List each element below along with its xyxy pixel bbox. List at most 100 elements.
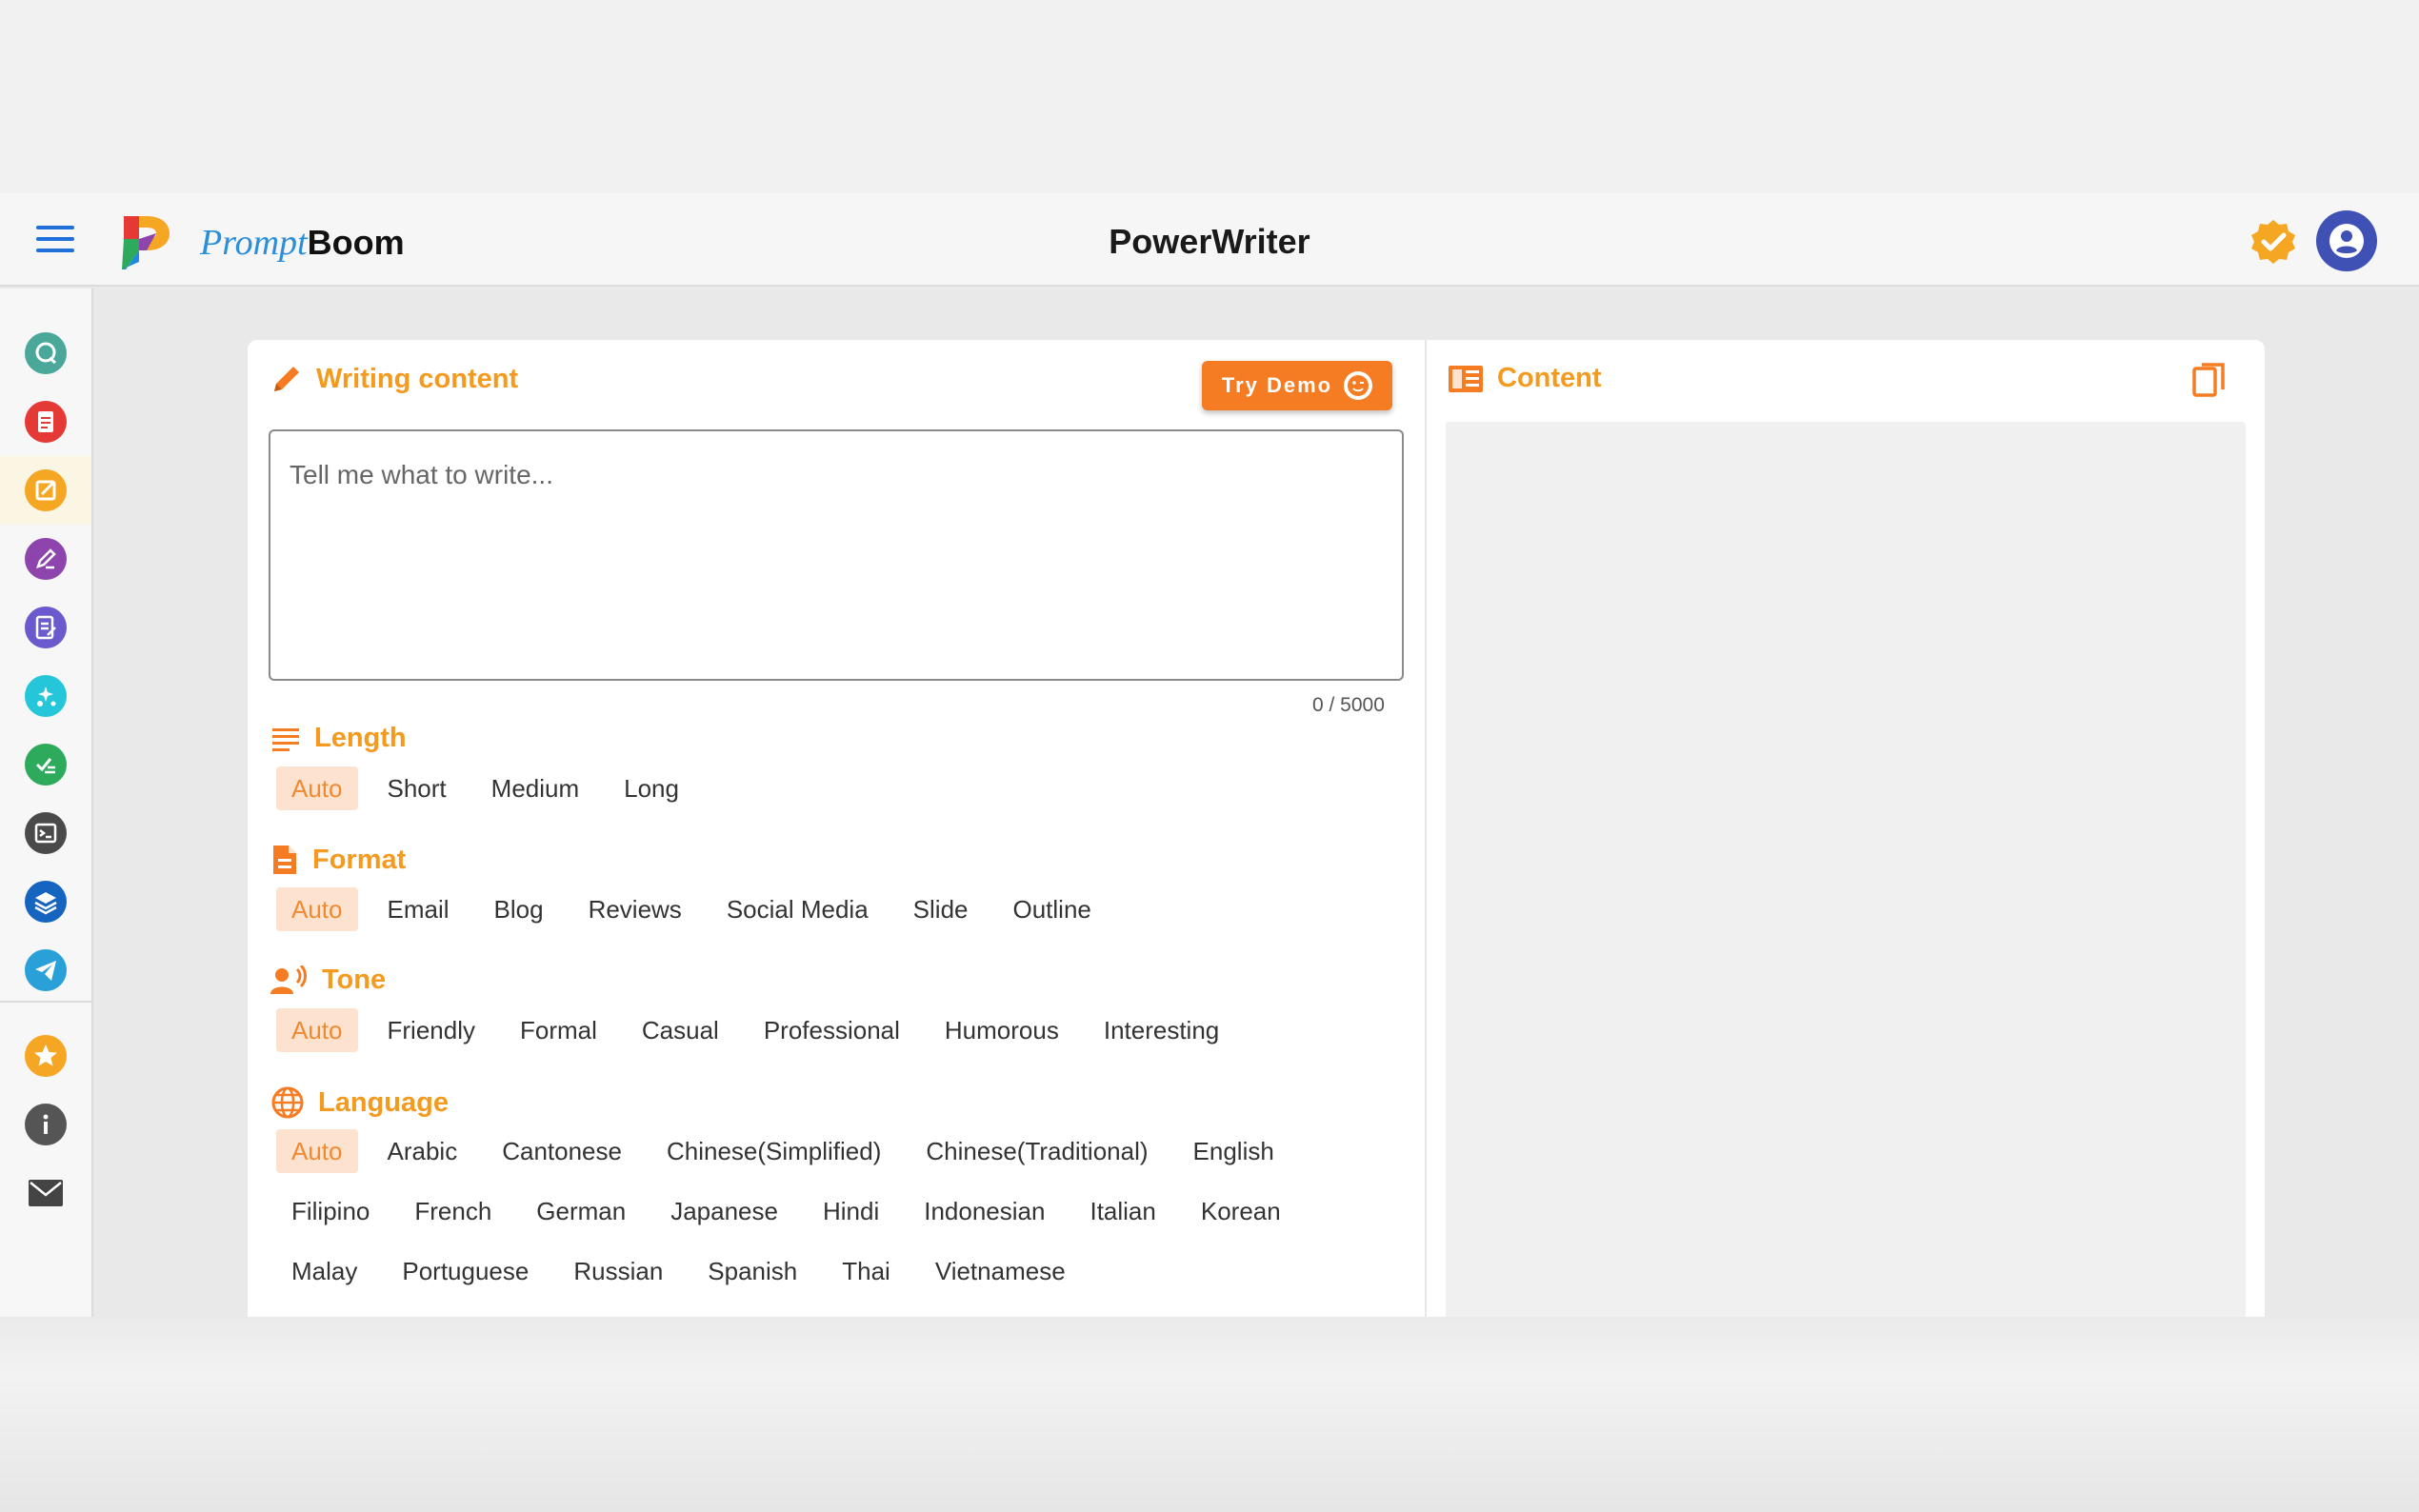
- tone-option-formal[interactable]: Formal: [505, 1008, 612, 1052]
- language-label: Language: [318, 1086, 449, 1118]
- sidebar-item-edit-note[interactable]: [0, 456, 91, 525]
- tone-heading: Tone: [270, 965, 386, 996]
- verified-badge-icon[interactable]: [2249, 218, 2297, 266]
- length-option-short[interactable]: Short: [372, 766, 462, 810]
- pencil-icon: [274, 367, 299, 391]
- sidebar: [0, 288, 93, 1317]
- language-option-french[interactable]: French: [399, 1189, 507, 1233]
- language-option-chinese-traditional[interactable]: Chinese(Traditional): [910, 1129, 1163, 1173]
- format-label: Format: [312, 844, 407, 875]
- copy-icon[interactable]: [2189, 359, 2230, 401]
- user-avatar-icon[interactable]: [2316, 210, 2377, 271]
- layers-icon: [25, 881, 67, 923]
- writing-content-label: Writing content: [316, 363, 519, 394]
- writing-content-heading: Writing content: [270, 363, 518, 395]
- sidebar-item-magic[interactable]: [0, 662, 91, 730]
- length-option-long[interactable]: Long: [609, 766, 694, 810]
- language-option-auto[interactable]: Auto: [276, 1129, 358, 1173]
- sidebar-divider: [0, 1001, 91, 1003]
- length-option-auto[interactable]: Auto: [276, 766, 358, 810]
- checklist-doc-icon: [25, 607, 67, 648]
- language-option-italian[interactable]: Italian: [1074, 1189, 1170, 1233]
- language-heading: Language: [270, 1085, 449, 1120]
- top-bar: PromptBoom PowerWriter: [0, 193, 2419, 287]
- format-heading: Format: [270, 844, 406, 876]
- tone-option-friendly[interactable]: Friendly: [372, 1008, 490, 1052]
- language-option-hindi[interactable]: Hindi: [808, 1189, 894, 1233]
- language-option-indonesian[interactable]: Indonesian: [909, 1189, 1060, 1233]
- promptboom-logo: [122, 216, 170, 269]
- try-demo-label: Try Demo: [1221, 373, 1333, 397]
- tone-option-humorous[interactable]: Humorous: [930, 1008, 1074, 1052]
- language-option-cantonese[interactable]: Cantonese: [487, 1129, 637, 1173]
- mail-icon: [29, 1180, 63, 1206]
- content-panel: Content: [1425, 340, 2265, 1317]
- format-options: Auto Email Blog Reviews Social Media Slide Out…: [276, 887, 1400, 947]
- length-label: Length: [314, 723, 407, 753]
- content-heading: Content: [1448, 363, 1602, 394]
- format-option-auto[interactable]: Auto: [276, 887, 358, 931]
- format-option-social-media[interactable]: Social Media: [711, 887, 884, 931]
- length-options: Auto Short Medium Long: [276, 766, 1400, 826]
- chat-icon: [25, 332, 67, 374]
- voice-person-icon: [270, 965, 307, 994]
- language-option-portuguese[interactable]: Portuguese: [387, 1249, 544, 1293]
- language-option-chinese-simplified[interactable]: Chinese(Simplified): [651, 1129, 896, 1173]
- wink-emoji-icon: [1344, 371, 1373, 400]
- generated-content-area[interactable]: [1446, 422, 2246, 1317]
- format-option-email[interactable]: Email: [372, 887, 465, 931]
- account-circle-icon: [2329, 224, 2364, 258]
- length-heading: Length: [270, 723, 407, 754]
- writing-panel: Writing content Try Demo 0 / 5000 Length…: [248, 340, 1425, 1317]
- sidebar-item-layers[interactable]: [0, 867, 91, 936]
- terminal-icon: [25, 812, 67, 854]
- tone-option-interesting[interactable]: Interesting: [1089, 1008, 1234, 1052]
- length-option-medium[interactable]: Medium: [476, 766, 594, 810]
- sidebar-item-grammar-check[interactable]: [0, 730, 91, 799]
- writing-prompt-input[interactable]: [269, 429, 1404, 681]
- tone-option-professional[interactable]: Professional: [749, 1008, 915, 1052]
- sidebar-item-document[interactable]: [0, 388, 91, 456]
- sidebar-item-info[interactable]: [0, 1090, 91, 1159]
- sidebar-item-checklist-doc[interactable]: [0, 593, 91, 662]
- tone-option-casual[interactable]: Casual: [627, 1008, 734, 1052]
- language-option-filipino[interactable]: Filipino: [276, 1189, 385, 1233]
- info-icon: [25, 1104, 67, 1145]
- sidebar-item-mail[interactable]: [0, 1159, 91, 1227]
- language-option-thai[interactable]: Thai: [827, 1249, 906, 1293]
- app-window: PromptBoom PowerWriter Writing content T…: [0, 193, 2419, 1317]
- sidebar-item-pencil[interactable]: [0, 525, 91, 593]
- format-option-slide[interactable]: Slide: [898, 887, 984, 931]
- sidebar-item-chat[interactable]: [0, 319, 91, 388]
- tone-label: Tone: [322, 965, 387, 995]
- language-option-arabic[interactable]: Arabic: [372, 1129, 473, 1173]
- language-option-vietnamese[interactable]: Vietnamese: [920, 1249, 1081, 1293]
- language-options: Auto Arabic Cantonese Chinese(Simplified) Ch…: [276, 1129, 1400, 1309]
- character-counter: 0 / 5000: [1312, 694, 1385, 716]
- sidebar-item-telegram[interactable]: [0, 936, 91, 1005]
- magic-icon: [25, 675, 67, 717]
- language-option-english[interactable]: English: [1178, 1129, 1289, 1173]
- pencil-icon: [25, 538, 67, 580]
- text-lines-icon: [272, 727, 299, 751]
- language-option-malay[interactable]: Malay: [276, 1249, 372, 1293]
- brand-name: PromptBoom: [200, 222, 405, 264]
- star-icon: [25, 1035, 67, 1077]
- language-option-korean[interactable]: Korean: [1186, 1189, 1296, 1233]
- language-option-japanese[interactable]: Japanese: [655, 1189, 793, 1233]
- format-option-outline[interactable]: Outline: [998, 887, 1107, 931]
- tone-options: Auto Friendly Formal Casual Professional Humo…: [276, 1008, 1400, 1068]
- brand-prompt: Prompt: [200, 223, 308, 263]
- language-option-russian[interactable]: Russian: [558, 1249, 678, 1293]
- format-option-reviews[interactable]: Reviews: [573, 887, 697, 931]
- language-option-german[interactable]: German: [521, 1189, 641, 1233]
- tone-option-auto[interactable]: Auto: [276, 1008, 358, 1052]
- format-option-blog[interactable]: Blog: [479, 887, 559, 931]
- article-icon: [1449, 365, 1483, 392]
- hamburger-menu-icon[interactable]: [36, 226, 74, 254]
- grammar-check-icon: [25, 744, 67, 786]
- try-demo-button[interactable]: Try Demo: [1202, 361, 1392, 410]
- sidebar-item-star[interactable]: [0, 1022, 91, 1090]
- language-option-spanish[interactable]: Spanish: [692, 1249, 812, 1293]
- sidebar-item-terminal[interactable]: [0, 799, 91, 867]
